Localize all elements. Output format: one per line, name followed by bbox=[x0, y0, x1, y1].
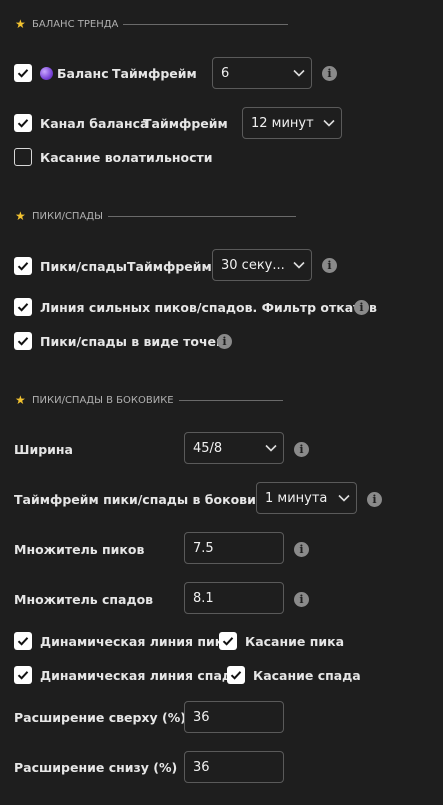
star-icon: ★ bbox=[15, 393, 26, 407]
section-header-trend: ★ БАЛАНС ТРЕНДА bbox=[15, 17, 289, 31]
channel-timeframe-label: Таймфрейм bbox=[143, 116, 228, 131]
sideways-timeframe-label: Таймфрейм пики/спады в боковике bbox=[14, 492, 273, 507]
dots-label: Пики/спады в виде точек bbox=[40, 334, 225, 349]
sideways-timeframe-select[interactable]: 1 минута bbox=[256, 482, 357, 514]
dynamic-peak-checkbox[interactable] bbox=[14, 632, 32, 650]
balance-timeframe-select[interactable]: 6 bbox=[212, 57, 312, 89]
section-divider bbox=[123, 23, 289, 25]
touch-trough-checkbox[interactable] bbox=[227, 666, 245, 684]
trough-multiplier-input[interactable]: 8.1 bbox=[184, 582, 284, 614]
chevron-down-icon bbox=[338, 494, 350, 502]
width-label: Ширина bbox=[14, 442, 73, 457]
extension-top-input[interactable]: 36 bbox=[184, 701, 284, 733]
check-icon bbox=[17, 337, 29, 346]
touch-peak-checkbox[interactable] bbox=[219, 632, 237, 650]
check-icon bbox=[222, 637, 234, 646]
check-icon bbox=[17, 119, 29, 128]
volatility-label: Касание волатильности bbox=[40, 150, 213, 165]
check-icon bbox=[17, 671, 29, 680]
section-divider bbox=[107, 215, 296, 217]
star-icon: ★ bbox=[15, 17, 26, 31]
trough-multiplier-label: Множитель спадов bbox=[14, 592, 154, 607]
touch-peak-label: Касание пика bbox=[245, 634, 345, 649]
peak-multiplier-input[interactable]: 7.5 bbox=[184, 532, 284, 564]
dynamic-peak-label: Динамическая линия пика bbox=[40, 634, 232, 649]
dynamic-trough-label: Динамическая линия спада bbox=[40, 668, 241, 683]
section-divider bbox=[178, 399, 283, 401]
select-value: 30 секу... bbox=[221, 257, 285, 273]
check-icon bbox=[17, 69, 29, 78]
peak-multiplier-label: Множитель пиков bbox=[14, 542, 145, 557]
section-title: ПИКИ/СПАДЫ bbox=[32, 210, 103, 222]
balance-label: Баланс bbox=[57, 66, 109, 81]
balance-label-group: Баланс bbox=[40, 66, 109, 81]
section-title: БАЛАНС ТРЕНДА bbox=[32, 18, 119, 30]
peaks-checkbox[interactable] bbox=[14, 257, 32, 275]
dynamic-trough-checkbox[interactable] bbox=[14, 666, 32, 684]
check-icon bbox=[17, 303, 29, 312]
info-icon[interactable]: i bbox=[322, 66, 337, 81]
select-value: 1 минута bbox=[265, 490, 328, 506]
peaks-timeframe-select[interactable]: 30 секу... bbox=[212, 249, 312, 281]
check-icon bbox=[17, 637, 29, 646]
info-icon[interactable]: i bbox=[354, 300, 369, 315]
channel-checkbox[interactable] bbox=[14, 114, 32, 132]
channel-label: Канал баланса bbox=[40, 116, 149, 131]
purple-orb-icon bbox=[40, 67, 53, 80]
chevron-down-icon bbox=[293, 261, 305, 269]
balance-timeframe-label: Таймфрейм bbox=[112, 66, 197, 81]
chevron-down-icon bbox=[323, 119, 335, 127]
volatility-checkbox[interactable] bbox=[14, 148, 32, 166]
info-icon[interactable]: i bbox=[322, 258, 337, 273]
dots-checkbox[interactable] bbox=[14, 332, 32, 350]
section-title: ПИКИ/СПАДЫ В БОКОВИКЕ bbox=[32, 394, 174, 406]
peaks-label: Пики/спады bbox=[40, 259, 127, 274]
info-icon[interactable]: i bbox=[294, 592, 309, 607]
strong-peaks-checkbox[interactable] bbox=[14, 298, 32, 316]
touch-trough-label: Касание спада bbox=[253, 668, 361, 683]
section-header-peaks: ★ ПИКИ/СПАДЫ bbox=[15, 209, 296, 223]
extension-top-label: Расширение сверху (%) bbox=[14, 710, 186, 725]
extension-bottom-input[interactable]: 36 bbox=[184, 751, 284, 783]
balance-checkbox[interactable] bbox=[14, 64, 32, 82]
check-icon bbox=[230, 671, 242, 680]
width-select[interactable]: 45/8 bbox=[184, 432, 284, 464]
extension-bottom-label: Расширение снизу (%) bbox=[14, 760, 178, 775]
chevron-down-icon bbox=[265, 444, 277, 452]
chevron-down-icon bbox=[293, 69, 305, 77]
info-icon[interactable]: i bbox=[367, 492, 382, 507]
section-header-sideways: ★ ПИКИ/СПАДЫ В БОКОВИКЕ bbox=[15, 393, 283, 407]
select-value: 45/8 bbox=[193, 440, 223, 456]
info-icon[interactable]: i bbox=[294, 542, 309, 557]
info-icon[interactable]: i bbox=[217, 334, 232, 349]
info-icon[interactable]: i bbox=[294, 442, 309, 457]
select-value: 6 bbox=[221, 65, 230, 81]
strong-peaks-label: Линия сильных пиков/спадов. Фильтр откат… bbox=[40, 300, 377, 315]
channel-timeframe-select[interactable]: 12 минут bbox=[242, 107, 342, 139]
star-icon: ★ bbox=[15, 209, 26, 223]
select-value: 12 минут bbox=[251, 115, 314, 131]
peaks-timeframe-label: Таймфрейм bbox=[127, 259, 212, 274]
check-icon bbox=[17, 262, 29, 271]
